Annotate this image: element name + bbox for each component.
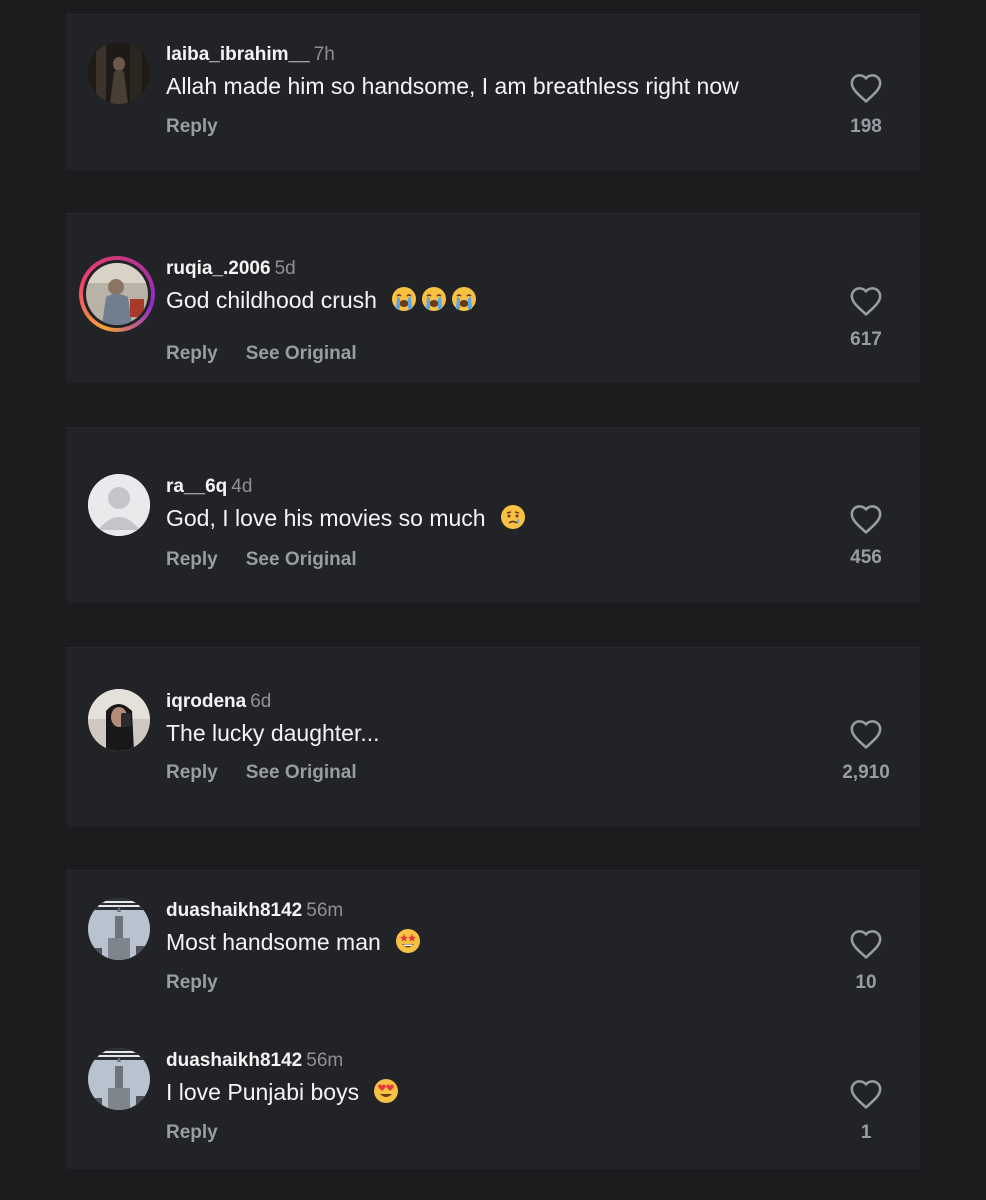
comment-actions: Reply xyxy=(166,1121,246,1145)
comment-card: ruqia_.2006 5d God childhood crush Reply S… xyxy=(66,213,920,383)
comment-timestamp: 56m xyxy=(306,1050,344,1071)
avatar-photo-tower-icon xyxy=(88,1048,150,1110)
like-area: 198 xyxy=(848,72,884,138)
like-count: 456 xyxy=(850,547,882,568)
heart-icon[interactable] xyxy=(849,285,883,317)
default-avatar-icon xyxy=(88,474,150,536)
user-avatar[interactable] xyxy=(88,689,150,751)
comment-item: duashaikh8142 56m I love Punjabi boys Rep… xyxy=(66,1021,920,1169)
like-count: 198 xyxy=(850,116,882,137)
comment-text-content: The lucky daughter... xyxy=(166,720,380,746)
like-count: 1 xyxy=(860,1122,872,1143)
comment-item: laiba_ibrahim__ 7h Allah made him so hand… xyxy=(66,15,920,165)
user-avatar[interactable] xyxy=(88,1048,150,1110)
comment-text: God, I love his movies so much xyxy=(166,503,800,533)
comment-text-content: God, I love his movies so much xyxy=(166,505,486,531)
like-area: 456 xyxy=(848,503,884,569)
comment-item: duashaikh8142 56m Most handsome man Reply… xyxy=(66,871,920,1021)
reply-button[interactable]: Reply xyxy=(166,115,218,139)
comment-timestamp: 5d xyxy=(274,258,296,279)
comment-feed: laiba_ibrahim__ 7h Allah made him so hand… xyxy=(0,0,986,1200)
see-original-button[interactable]: See Original xyxy=(246,761,357,785)
loudly-crying-face-icon xyxy=(391,286,417,312)
comment-text: Most handsome man xyxy=(166,927,800,957)
user-avatar[interactable] xyxy=(88,42,150,104)
star-struck-icon xyxy=(395,928,421,954)
like-area: 10 xyxy=(848,928,884,994)
comment-username[interactable]: ra__6q xyxy=(166,476,227,497)
comment-text: I love Punjabi boys xyxy=(166,1077,800,1107)
comment-card: ra__6q 4d God, I love his movies so much … xyxy=(66,427,920,603)
comment-item: ra__6q 4d God, I love his movies so much … xyxy=(66,428,920,578)
like-count: 10 xyxy=(855,972,877,993)
reply-button[interactable]: Reply xyxy=(166,971,218,995)
comment-actions: Reply xyxy=(166,115,246,139)
avatar-photo-dark-icon xyxy=(88,42,150,104)
heart-icon[interactable] xyxy=(849,503,883,535)
like-area: 617 xyxy=(848,285,884,351)
loudly-crying-face-icon xyxy=(451,286,477,312)
comment-card: duashaikh8142 56m Most handsome man Reply… xyxy=(66,870,920,1169)
comment-timestamp: 56m xyxy=(306,900,344,921)
reply-button[interactable]: Reply xyxy=(166,548,218,572)
comment-actions: Reply xyxy=(166,971,246,995)
smiling-face-with-heart-eyes-icon xyxy=(373,1078,399,1104)
comment-text-content: I love Punjabi boys xyxy=(166,1079,360,1105)
comment-text: The lucky daughter... xyxy=(166,718,800,748)
like-area: 2,910 xyxy=(842,718,890,784)
crying-face-icon xyxy=(500,504,526,530)
user-avatar[interactable] xyxy=(88,474,150,536)
comment-username[interactable]: ruqia_.2006 xyxy=(166,258,271,279)
see-original-button[interactable]: See Original xyxy=(246,342,357,366)
user-avatar[interactable] xyxy=(88,898,150,960)
comment-username[interactable]: duashaikh8142 xyxy=(166,1050,302,1071)
heart-icon[interactable] xyxy=(849,718,883,750)
comment-timestamp: 7h xyxy=(313,44,335,65)
comment-item: ruqia_.2006 5d God childhood crush Reply S… xyxy=(66,214,920,364)
heart-icon[interactable] xyxy=(849,928,883,960)
avatar-photo-tower-icon xyxy=(88,898,150,960)
heart-icon[interactable] xyxy=(849,72,883,104)
avatar-photo-selfie-icon xyxy=(88,689,150,751)
like-area: 1 xyxy=(848,1078,884,1144)
comment-username[interactable]: duashaikh8142 xyxy=(166,900,302,921)
comment-text-content: Most handsome man xyxy=(166,929,381,955)
avatar-photo-story-ring-icon xyxy=(86,263,148,325)
see-original-button[interactable]: See Original xyxy=(246,548,357,572)
comment-item: iqrodena 6d The lucky daughter... Reply Se… xyxy=(66,648,920,798)
comment-actions: Reply See Original xyxy=(166,761,385,785)
reply-button[interactable]: Reply xyxy=(166,761,218,785)
reply-button[interactable]: Reply xyxy=(166,1121,218,1145)
comment-timestamp: 6d xyxy=(250,691,272,712)
loudly-crying-face-icon xyxy=(421,286,447,312)
heart-icon[interactable] xyxy=(849,1078,883,1110)
comment-text: Allah made him so handsome, I am breathl… xyxy=(166,71,800,101)
user-avatar-story-ring[interactable] xyxy=(79,256,155,332)
comment-text-content: God childhood crush xyxy=(166,287,377,313)
comment-actions: Reply See Original xyxy=(166,548,385,572)
like-count: 2,910 xyxy=(842,762,890,783)
comment-text-content: Allah made him so handsome, I am breathl… xyxy=(166,73,739,99)
comment-card: iqrodena 6d The lucky daughter... Reply Se… xyxy=(66,647,920,827)
reply-button[interactable]: Reply xyxy=(166,342,218,366)
comment-username[interactable]: laiba_ibrahim__ xyxy=(166,44,310,65)
comment-username[interactable]: iqrodena xyxy=(166,691,246,712)
comment-text: God childhood crush xyxy=(166,285,800,315)
comment-timestamp: 4d xyxy=(231,476,253,497)
like-count: 617 xyxy=(850,329,882,350)
comment-card: laiba_ibrahim__ 7h Allah made him so hand… xyxy=(66,14,920,170)
comment-actions: Reply See Original xyxy=(166,342,385,366)
